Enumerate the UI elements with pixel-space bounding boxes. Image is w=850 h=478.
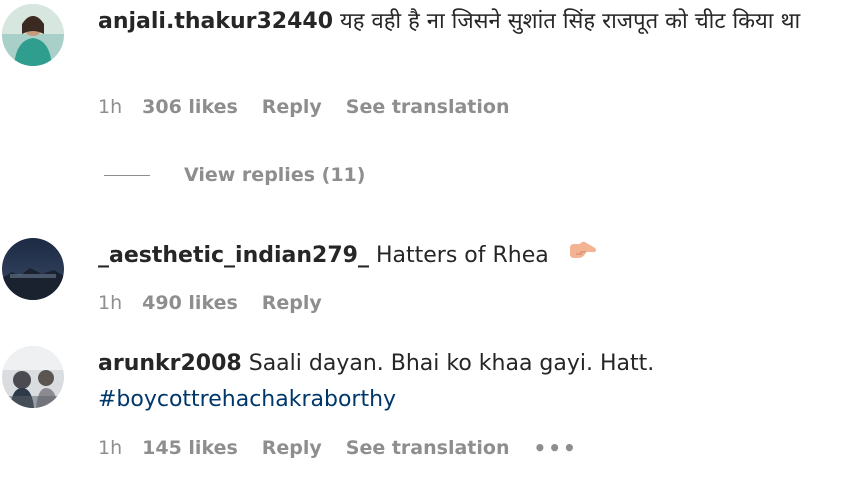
timestamp[interactable]: 1h — [98, 292, 122, 314]
timestamp[interactable]: 1h — [98, 96, 122, 118]
comment-text: anjali.thakur32440 यह वही है ना जिसने सु… — [98, 4, 843, 40]
likes-count[interactable]: 306 likes — [142, 96, 238, 118]
comment-actions: 1h 306 likes Reply See translation — [98, 96, 533, 118]
comment-body: Hatters of Rhea — [375, 243, 549, 268]
username[interactable]: _aesthetic_indian279_ — [98, 243, 369, 268]
reply-button[interactable]: Reply — [262, 96, 322, 118]
hashtag-link[interactable]: #boycottrehachakraborthy — [98, 387, 396, 412]
reply-button[interactable]: Reply — [262, 437, 322, 459]
username[interactable]: anjali.thakur32440 — [98, 9, 333, 34]
comment-text: arunkr2008 Saali dayan. Bhai ko khaa gay… — [98, 346, 843, 418]
avatar[interactable] — [2, 346, 64, 408]
timestamp[interactable]: 1h — [98, 437, 122, 459]
reply-button[interactable]: Reply — [262, 292, 322, 314]
comment-text: _aesthetic_indian279_ Hatters of Rhea — [98, 238, 843, 274]
avatar[interactable] — [2, 4, 64, 66]
likes-count[interactable]: 145 likes — [142, 437, 238, 459]
username[interactable]: arunkr2008 — [98, 351, 242, 376]
divider-line — [104, 174, 150, 176]
comment-body: Saali dayan. Bhai ko khaa gayi. Hatt. — [248, 351, 655, 376]
likes-count[interactable]: 490 likes — [142, 292, 238, 314]
more-options-icon[interactable]: ••• — [533, 436, 577, 460]
see-translation-button[interactable]: See translation — [346, 96, 510, 118]
comment-actions: 1h 145 likes Reply See translation ••• — [98, 436, 602, 460]
avatar[interactable] — [2, 238, 64, 300]
see-translation-button[interactable]: See translation — [346, 437, 510, 459]
comment-actions: 1h 490 likes Reply — [98, 292, 346, 314]
view-replies-button[interactable]: View replies (11) — [104, 164, 365, 186]
comment-body: यह वही है ना जिसने सुशांत सिंह राजपूत को… — [340, 9, 801, 34]
view-replies-label: View replies (11) — [184, 164, 366, 186]
backhand-index-pointing-right-icon — [568, 238, 598, 274]
